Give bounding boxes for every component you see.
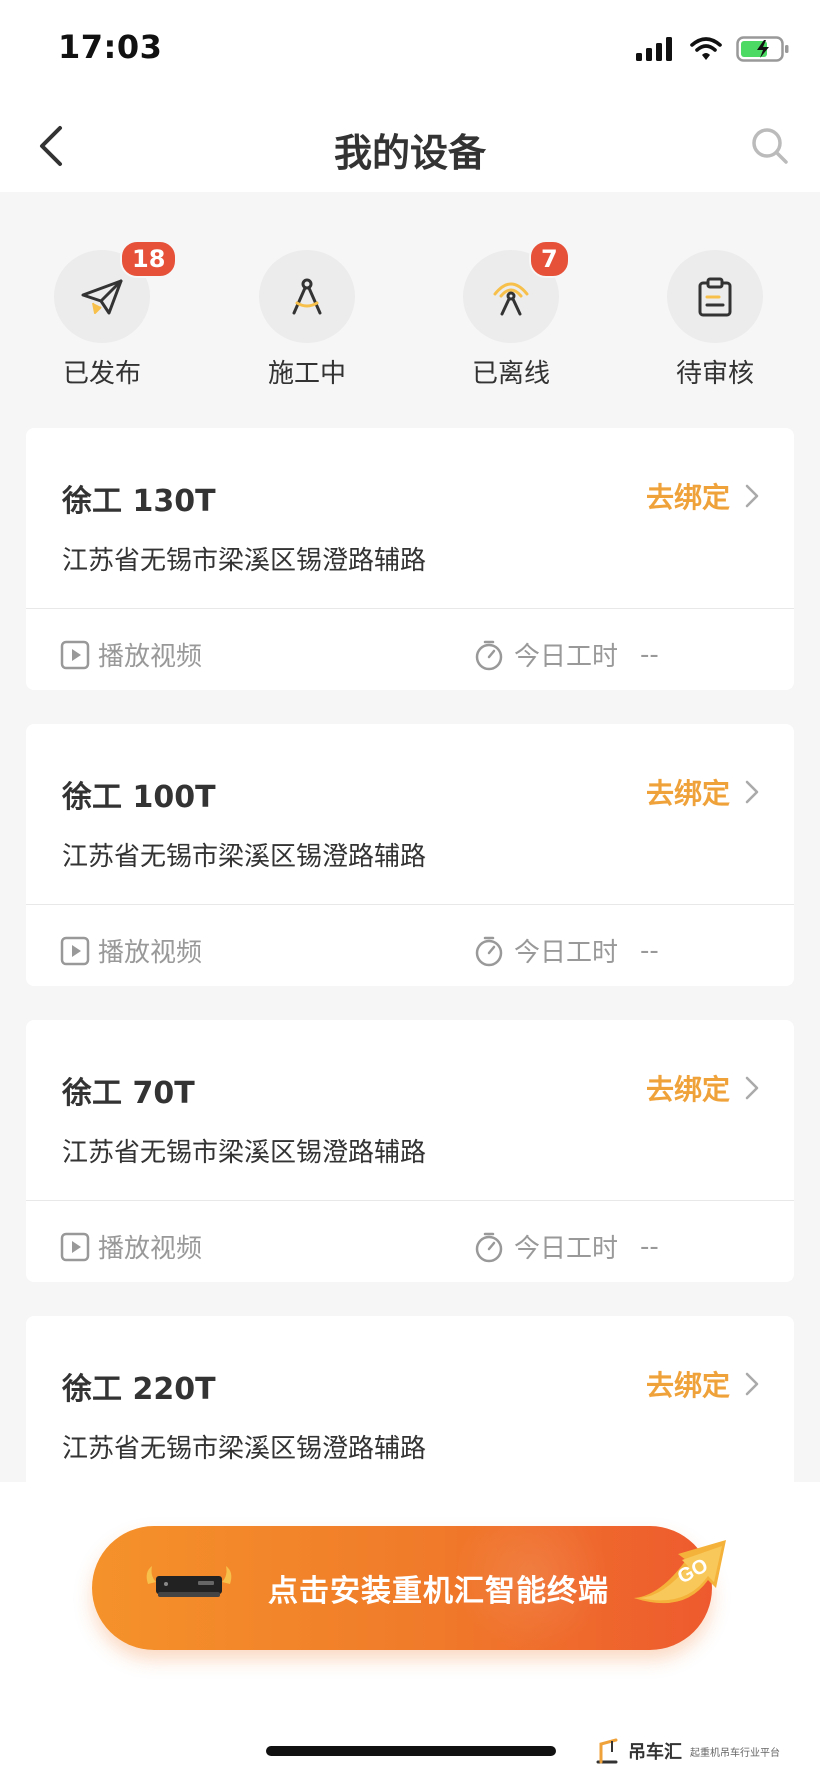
today-hours: 今日工时 -- <box>474 932 659 969</box>
play-video-label: 播放视频 <box>98 1234 203 1264</box>
bind-button[interactable]: 去绑定 <box>646 1068 760 1108</box>
tab-pending-review[interactable]: 待审核 <box>640 250 790 390</box>
status-icons <box>636 34 790 64</box>
status-tabs: 18 已发布 施工中 7 已离线 待审核 <box>0 192 820 422</box>
search-icon <box>752 128 788 164</box>
today-hours-value: -- <box>640 935 659 966</box>
tab-label: 待审核 <box>675 359 754 389</box>
tab-icon-circle: 18 <box>54 240 178 343</box>
search-button[interactable] <box>742 118 798 174</box>
go-arrow-icon: GO <box>634 1540 726 1604</box>
chevron-right-icon <box>745 1372 759 1396</box>
banner-text: 点击安装重机汇智能终端 <box>268 1574 609 1609</box>
stopwatch-icon <box>475 640 503 670</box>
status-time: 17:03 <box>58 28 163 66</box>
tab-label: 施工中 <box>267 359 346 389</box>
page-title: 我的设备 <box>333 131 486 175</box>
tab-badge: 18 <box>120 240 178 278</box>
device-card[interactable]: 徐工 70T 去绑定 江苏省无锡市梁溪区锡澄路辅路 播放视频 今日工时 -- <box>26 1020 794 1282</box>
compass-icon <box>292 278 322 314</box>
bind-button[interactable]: 去绑定 <box>646 1364 760 1404</box>
home-indicator <box>266 1746 556 1756</box>
bind-label: 去绑定 <box>645 1073 730 1106</box>
play-video-icon <box>60 1232 90 1261</box>
play-video-label: 播放视频 <box>98 938 203 968</box>
play-video-icon <box>60 936 90 965</box>
terminal-device-icon <box>146 1566 232 1597</box>
battery-icon <box>736 36 789 62</box>
tab-offline[interactable]: 7 已离线 <box>436 240 586 390</box>
today-hours-value: -- <box>640 639 659 670</box>
today-hours: 今日工时 -- <box>474 636 659 673</box>
stopwatch-icon <box>475 1232 503 1262</box>
bind-label: 去绑定 <box>645 777 730 810</box>
today-hours: 今日工时 -- <box>474 1228 659 1265</box>
brand-watermark: 吊车汇 起重机吊车行业平台 <box>594 1738 780 1764</box>
tab-icon-circle: 7 <box>463 240 570 343</box>
cellular-signal-icon <box>636 37 672 61</box>
device-title: 徐工 130T <box>62 484 216 519</box>
card-divider <box>26 608 794 609</box>
device-address: 江苏省无锡市梁溪区锡澄路辅路 <box>62 842 427 872</box>
tab-badge: 7 <box>529 240 570 278</box>
chevron-right-icon <box>745 1076 759 1100</box>
device-card[interactable]: 徐工 100T 去绑定 江苏省无锡市梁溪区锡澄路辅路 播放视频 今日工时 -- <box>26 724 794 986</box>
tab-icon-circle <box>259 250 355 343</box>
tab-icon-circle <box>667 250 763 343</box>
clipboard-icon <box>698 277 732 316</box>
card-divider <box>26 1200 794 1201</box>
paper-plane-icon <box>81 279 123 314</box>
tab-label-text: 已发布 <box>62 359 141 389</box>
chevron-right-icon <box>745 780 759 804</box>
play-video-button[interactable]: 播放视频 <box>60 636 202 673</box>
chevron-right-icon <box>745 484 759 508</box>
bind-button[interactable]: 去绑定 <box>646 772 760 812</box>
tab-label: 已离线 <box>471 359 550 389</box>
signal-tower-icon <box>493 282 529 315</box>
brand-subtitle: 起重机吊车行业平台 <box>690 1747 780 1759</box>
today-hours-label: 今日工时 <box>514 642 619 672</box>
today-hours-label: 今日工时 <box>514 1234 619 1264</box>
device-title: 徐工 70T <box>62 1076 195 1111</box>
bottom-area: 点击安装重机汇智能终端 GO 吊车汇 起重机吊车行业平台 <box>0 1482 820 1776</box>
bind-label: 去绑定 <box>645 1369 730 1402</box>
device-title: 徐工 220T <box>62 1372 216 1407</box>
device-title: 徐工 100T <box>62 780 216 815</box>
device-address: 江苏省无锡市梁溪区锡澄路辅路 <box>62 1138 427 1168</box>
tab-in-construction[interactable]: 施工中 <box>232 250 382 390</box>
today-hours-value: -- <box>640 1231 659 1262</box>
nav-bar: 我的设备 <box>0 100 820 192</box>
bind-label: 去绑定 <box>645 481 730 514</box>
tab-published[interactable]: 18 已发布 <box>27 240 178 390</box>
tab-label: 已发布 <box>62 353 141 390</box>
play-video-icon <box>60 640 90 669</box>
device-address: 江苏省无锡市梁溪区锡澄路辅路 <box>62 1434 427 1464</box>
brand-name: 吊车汇 <box>628 1742 682 1763</box>
play-video-button[interactable]: 播放视频 <box>60 1228 202 1265</box>
bind-button[interactable]: 去绑定 <box>646 476 760 516</box>
card-divider <box>26 904 794 905</box>
crane-logo-icon <box>596 1738 618 1764</box>
today-hours-label: 今日工时 <box>514 938 619 968</box>
stopwatch-icon <box>475 936 503 966</box>
install-terminal-banner[interactable]: 点击安装重机汇智能终端 GO <box>92 1526 726 1650</box>
device-card[interactable]: 徐工 130T 去绑定 江苏省无锡市梁溪区锡澄路辅路 播放视频 今日工时 -- <box>26 428 794 690</box>
device-address: 江苏省无锡市梁溪区锡澄路辅路 <box>62 546 427 576</box>
status-bar: 17:03 <box>0 0 820 100</box>
play-video-label: 播放视频 <box>98 642 203 672</box>
wifi-icon <box>690 37 722 60</box>
play-video-button[interactable]: 播放视频 <box>60 932 202 969</box>
